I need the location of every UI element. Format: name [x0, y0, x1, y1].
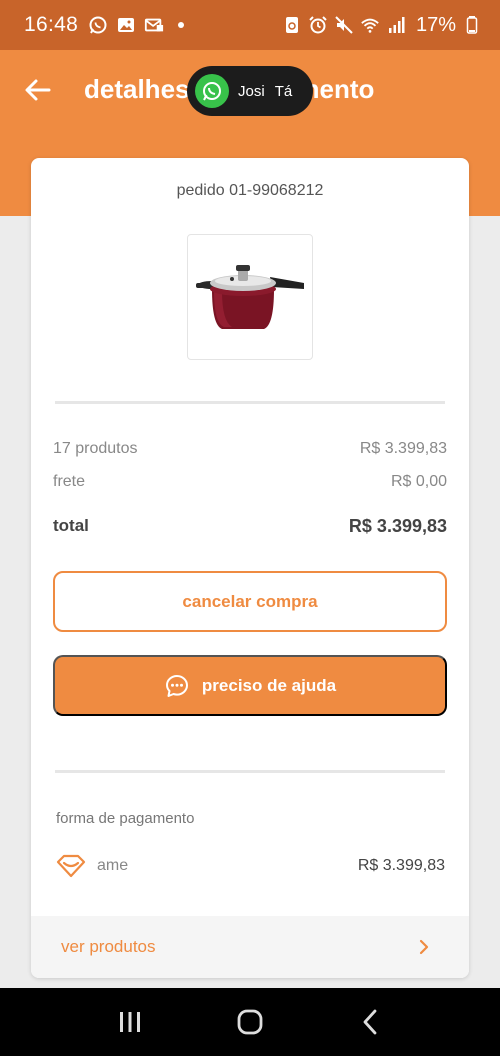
back-icon[interactable] [350, 1002, 390, 1042]
products-row: 17 produtos R$ 3.399,83 [53, 440, 447, 458]
arrow-left-icon[interactable] [22, 74, 54, 106]
shipping-row: frete R$ 0,00 [53, 473, 447, 491]
wifi-icon [360, 15, 380, 35]
payment-method-name: ame [97, 857, 129, 874]
chat-head-bubble[interactable]: Josi Tá [187, 66, 313, 116]
chevron-right-icon [419, 939, 429, 955]
home-icon[interactable] [230, 1002, 270, 1042]
pressure-cooker-image [196, 265, 304, 329]
whatsapp-icon [195, 74, 229, 108]
whatsapp-icon [88, 15, 108, 35]
recycle-icon [282, 15, 302, 35]
see-products-link[interactable]: ver produtos [31, 916, 469, 978]
products-label: 17 produtos [53, 440, 138, 457]
see-products-label: ver produtos [61, 937, 156, 956]
system-icons: 17% [282, 14, 482, 37]
payment-amount: R$ 3.399,83 [357, 857, 445, 874]
payment-method-row: ame R$ 3.399,83 [55, 854, 445, 878]
total-row: total R$ 3.399,83 [53, 516, 447, 537]
products-value: R$ 3.399,83 [359, 440, 447, 457]
chat-bubble-icon [165, 674, 188, 697]
shipping-label: frete [53, 473, 86, 490]
chat-message-preview: Tá [274, 82, 293, 100]
mute-icon [334, 15, 354, 35]
total-label: total [53, 516, 89, 535]
chat-contact-name: Josi [238, 82, 265, 100]
notification-icons [88, 15, 196, 35]
dot-icon [178, 22, 185, 28]
system-nav-bar [0, 988, 500, 1056]
ame-heart-icon [56, 854, 86, 878]
payment-method-heading: forma de pagamento [56, 810, 195, 827]
recents-icon[interactable] [110, 1002, 150, 1042]
need-help-button[interactable]: preciso de ajuda [53, 655, 447, 716]
email-icon [144, 15, 164, 35]
signal-icon [386, 15, 406, 35]
status-time: 16:48 [24, 13, 79, 36]
need-help-label: preciso de ajuda [201, 675, 337, 695]
product-thumbnail[interactable] [187, 234, 313, 360]
payment-details-card: pedido 01-99068212 17 produtos R$ 3.399,… [31, 158, 469, 978]
status-bar: 16:48 17% [0, 0, 500, 50]
battery-percent: 17% [415, 13, 456, 36]
gallery-icon [116, 15, 136, 35]
total-value: R$ 3.399,83 [348, 516, 447, 536]
shipping-value: R$ 0,00 [390, 473, 447, 490]
divider [55, 401, 445, 404]
battery-icon [462, 15, 482, 35]
divider [55, 770, 445, 773]
cancel-purchase-button[interactable]: cancelar compra [53, 571, 447, 632]
order-number: pedido 01-99068212 [176, 182, 324, 199]
alarm-icon [308, 15, 328, 35]
